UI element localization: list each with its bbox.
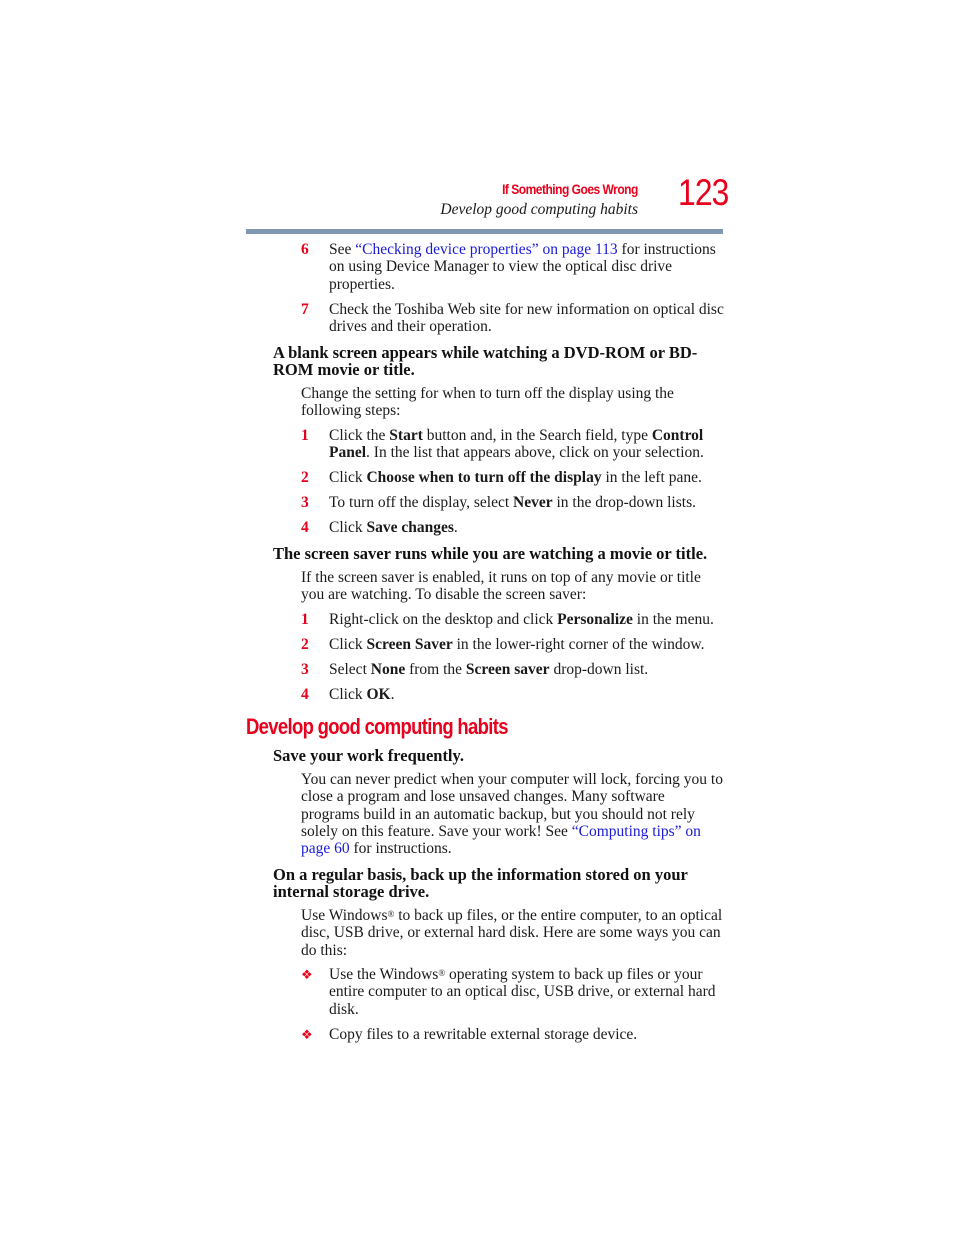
text-run: in the menu. xyxy=(632,611,714,628)
step-number: 2 xyxy=(301,469,309,486)
text-run: Click xyxy=(329,686,367,703)
blank-screen-heading: A blank screen appears while watching a … xyxy=(273,343,698,379)
backup-heading: On a regular basis, back up the informat… xyxy=(273,865,688,901)
screen-saver-heading: The screen saver runs while you are watc… xyxy=(273,544,708,563)
text-run: Click xyxy=(329,469,367,486)
save-work-heading: Save your work frequently. xyxy=(273,746,464,765)
step-text: Check the Toshiba Web site for new infor… xyxy=(329,301,724,336)
blank-screen-intro: Change the setting for when to turn off … xyxy=(301,385,674,420)
step-text: Click Save changes. xyxy=(329,519,729,536)
text-run: Use Windows xyxy=(301,907,388,924)
step-text-pre: See xyxy=(329,241,356,258)
step-number: 3 xyxy=(301,494,309,511)
text-run: Right-click on the desktop and click xyxy=(329,611,558,628)
running-header-chapter: If Something Goes Wrong xyxy=(502,181,638,197)
step-text: Click the Start button and, in the Searc… xyxy=(329,427,729,462)
text-run: in the lower-right corner of the window. xyxy=(452,636,705,653)
ui-term-ok: OK xyxy=(366,686,391,703)
header-rule-divider xyxy=(246,229,723,234)
checking-device-properties-link[interactable]: “Checking device properties” on page 113 xyxy=(355,241,617,258)
text-run: Use the Windows xyxy=(329,966,439,983)
text-run: Click xyxy=(329,636,367,653)
text-run: . xyxy=(453,519,458,536)
save-work-body: You can never predict when your computer… xyxy=(301,771,726,857)
text-run: from the xyxy=(405,661,466,678)
step-number: 6 xyxy=(301,241,309,258)
diamond-bullet-icon: ❖ xyxy=(301,968,313,983)
text-run: To turn off the display, select xyxy=(329,494,514,511)
bullet-text: Use the Windows® operating system to bac… xyxy=(329,966,729,1018)
text-run: Click the xyxy=(329,427,390,444)
section-title: Develop good computing habits xyxy=(246,714,509,739)
text-run: in the left pane. xyxy=(601,469,702,486)
step-text: To turn off the display, select Never in… xyxy=(329,494,729,511)
step-text: Right-click on the desktop and click Per… xyxy=(329,611,729,628)
step-number: 2 xyxy=(301,636,309,653)
ui-term-start: Start xyxy=(389,427,423,444)
step-number: 4 xyxy=(301,519,309,536)
text-run: for instructions. xyxy=(349,840,452,858)
text-run: Click xyxy=(329,519,367,536)
registered-mark: ® xyxy=(438,968,446,978)
step-number: 4 xyxy=(301,686,309,703)
text-run: button and, in the Search field, type xyxy=(422,427,652,444)
diamond-bullet-icon: ❖ xyxy=(301,1028,313,1043)
step-number: 1 xyxy=(301,427,309,444)
step-text: See “Checking device properties” on page… xyxy=(329,241,729,293)
ui-term-choose-display: Choose when to turn off the display xyxy=(366,469,602,486)
step-text: Click Choose when to turn off the displa… xyxy=(329,469,729,486)
step-number: 1 xyxy=(301,611,309,628)
registered-mark: ® xyxy=(387,909,395,919)
step-text: Click Screen Saver in the lower-right co… xyxy=(329,636,729,653)
text-run: . In the list that appears above, click … xyxy=(366,444,704,462)
text-run: Select xyxy=(329,661,371,678)
bullet-text: Copy files to a rewritable external stor… xyxy=(329,1026,638,1043)
step-number: 3 xyxy=(301,661,309,678)
ui-term-none: None xyxy=(370,661,406,678)
step-text: Click OK. xyxy=(329,686,729,703)
screen-saver-intro: If the screen saver is enabled, it runs … xyxy=(301,569,701,604)
ui-term-screen-saver: Screen Saver xyxy=(366,636,453,653)
ui-term-screen-saver-list: Screen saver xyxy=(465,661,550,678)
backup-intro: Use Windows® to back up files, or the en… xyxy=(301,907,726,959)
text-run: drop-down list. xyxy=(549,661,649,678)
page-number: 123 xyxy=(678,172,729,213)
running-header-section: Develop good computing habits xyxy=(440,201,638,218)
step-text: Select None from the Screen saver drop-d… xyxy=(329,661,729,678)
step-number: 7 xyxy=(301,301,309,318)
ui-term-never: Never xyxy=(513,494,553,511)
ui-term-save-changes: Save changes xyxy=(366,519,454,536)
ui-term-personalize: Personalize xyxy=(557,611,633,628)
text-run: . xyxy=(390,686,395,703)
text-run: in the drop-down lists. xyxy=(552,494,696,511)
